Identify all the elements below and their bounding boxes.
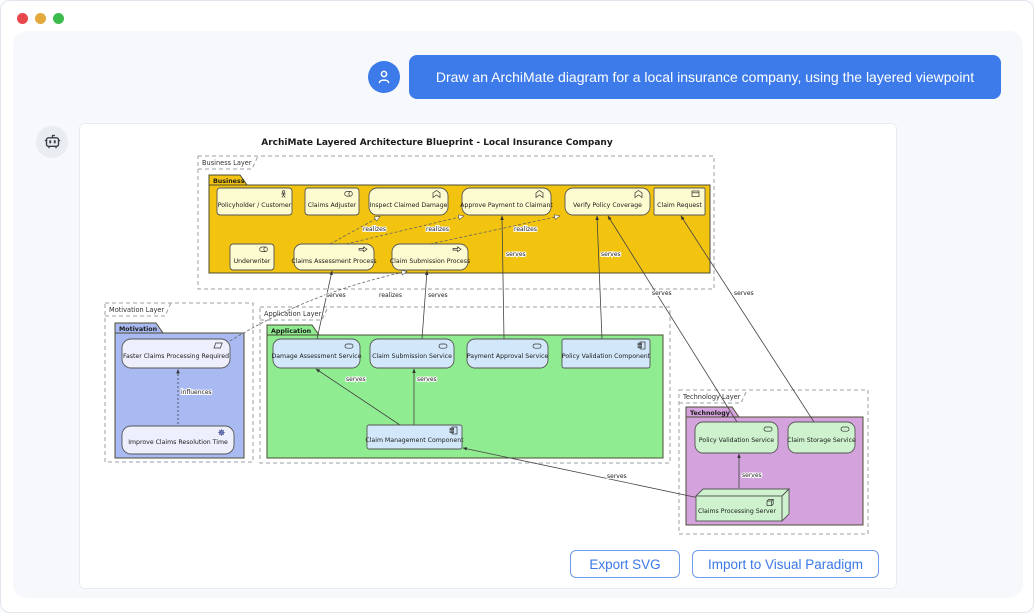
assistant-avatar — [36, 126, 68, 158]
element-claims-processing-server: Claims Processing Server — [696, 489, 789, 521]
element-claim-storage-service: Claim Storage Service — [787, 422, 856, 453]
svg-text:serves: serves — [607, 473, 627, 480]
element-verify-policy-coverage: Verify Policy Coverage — [565, 188, 650, 215]
user-message-bubble: Draw an ArchiMate diagram for a local in… — [409, 55, 1001, 99]
svg-text:serves: serves — [742, 472, 762, 479]
svg-text:Claims Assessment Process: Claims Assessment Process — [291, 258, 376, 265]
element-inspect-claimed-damage: Inspect Claimed Damage — [369, 188, 448, 215]
svg-text:serves: serves — [506, 251, 526, 258]
archimate-diagram: ArchiMate Layered Architecture Blueprint… — [80, 124, 898, 590]
svg-text:Motivation Layer: Motivation Layer — [109, 306, 164, 314]
svg-text:realizes: realizes — [363, 226, 386, 233]
svg-text:serves: serves — [601, 251, 621, 258]
svg-text:Claim Request: Claim Request — [657, 202, 702, 209]
element-claim-request: Claim Request — [654, 188, 705, 215]
element-improve-claims-resolution-time: Improve Claims Resolution Time — [122, 426, 234, 454]
svg-text:serves: serves — [734, 290, 754, 297]
svg-text:serves: serves — [326, 292, 346, 299]
element-policy-validation-component: Policy Validation Component — [562, 339, 651, 368]
element-policyholder-customer: Policyholder / Customer — [217, 188, 292, 215]
svg-text:serves: serves — [652, 290, 672, 297]
svg-text:Payment Approval Service: Payment Approval Service — [467, 353, 549, 360]
diagram-card: ArchiMate Layered Architecture Blueprint… — [79, 123, 897, 589]
person-icon — [375, 68, 393, 86]
element-underwriter: Underwriter — [230, 244, 274, 270]
titlebar — [1, 1, 1033, 31]
svg-text:Underwriter: Underwriter — [234, 258, 271, 265]
svg-text:Policy Validation Service: Policy Validation Service — [699, 437, 774, 444]
svg-text:Claim Management Component: Claim Management Component — [365, 437, 464, 444]
svg-text:Verify Policy Coverage: Verify Policy Coverage — [573, 202, 642, 209]
svg-text:Inspect Claimed Damage: Inspect Claimed Damage — [370, 202, 448, 209]
svg-text:Approve Payment to Claimant: Approve Payment to Claimant — [460, 202, 553, 209]
robot-icon — [43, 133, 62, 152]
svg-text:Business Layer: Business Layer — [202, 159, 252, 167]
element-claim-submission-service: Claim Submission Service — [370, 339, 454, 368]
element-approve-payment: Approve Payment to Claimant — [460, 188, 553, 215]
svg-text:realizes: realizes — [426, 226, 449, 233]
svg-text:Claims Adjuster: Claims Adjuster — [308, 202, 357, 209]
svg-text:Improve Claims Resolution Time: Improve Claims Resolution Time — [128, 439, 228, 446]
svg-text:Faster Claims Processing Requi: Faster Claims Processing Required — [123, 353, 229, 360]
minimize-button[interactable] — [35, 13, 46, 24]
diagram-title: ArchiMate Layered Architecture Blueprint… — [261, 138, 613, 148]
element-damage-assessment-service: Damage Assessment Service — [271, 339, 361, 368]
svg-text:Application Layer: Application Layer — [264, 310, 322, 318]
import-visual-paradigm-button[interactable]: Import to Visual Paradigm — [692, 550, 879, 578]
svg-text:Business: Business — [213, 178, 245, 185]
maximize-button[interactable] — [53, 13, 64, 24]
svg-text:Policy Validation Component: Policy Validation Component — [562, 353, 651, 360]
svg-text:Policyholder / Customer: Policyholder / Customer — [218, 202, 292, 209]
element-claims-adjuster: Claims Adjuster — [305, 188, 359, 215]
svg-text:influences: influences — [181, 389, 212, 396]
element-faster-claims-processing-required: Faster Claims Processing Required — [122, 339, 230, 368]
svg-text:realizes: realizes — [379, 292, 402, 299]
svg-text:Damage Assessment Service: Damage Assessment Service — [271, 353, 361, 360]
svg-text:realizes: realizes — [514, 226, 537, 233]
svg-text:Claim Submission Process: Claim Submission Process — [390, 258, 470, 265]
svg-text:serves: serves — [428, 292, 448, 299]
user-avatar — [368, 61, 400, 93]
element-claim-submission-process: Claim Submission Process — [390, 244, 470, 270]
element-claims-assessment-process: Claims Assessment Process — [291, 244, 376, 270]
svg-text:serves: serves — [346, 376, 366, 383]
element-claim-management-component: Claim Management Component — [365, 425, 464, 449]
export-svg-button[interactable]: Export SVG — [570, 550, 680, 578]
svg-text:Claims Processing Server: Claims Processing Server — [698, 508, 777, 515]
svg-text:Motivation: Motivation — [119, 326, 157, 333]
app-window: Draw an ArchiMate diagram for a local in… — [0, 0, 1034, 613]
svg-text:Application: Application — [271, 328, 311, 335]
svg-text:Technology: Technology — [690, 410, 730, 417]
svg-text:Technology Layer: Technology Layer — [682, 393, 741, 401]
element-policy-validation-service: Policy Validation Service — [695, 422, 778, 453]
svg-text:Claim Submission Service: Claim Submission Service — [372, 353, 452, 360]
svg-text:Claim Storage Service: Claim Storage Service — [787, 437, 856, 444]
close-button[interactable] — [17, 13, 28, 24]
svg-text:serves: serves — [417, 376, 437, 383]
element-payment-approval-service: Payment Approval Service — [467, 339, 549, 368]
